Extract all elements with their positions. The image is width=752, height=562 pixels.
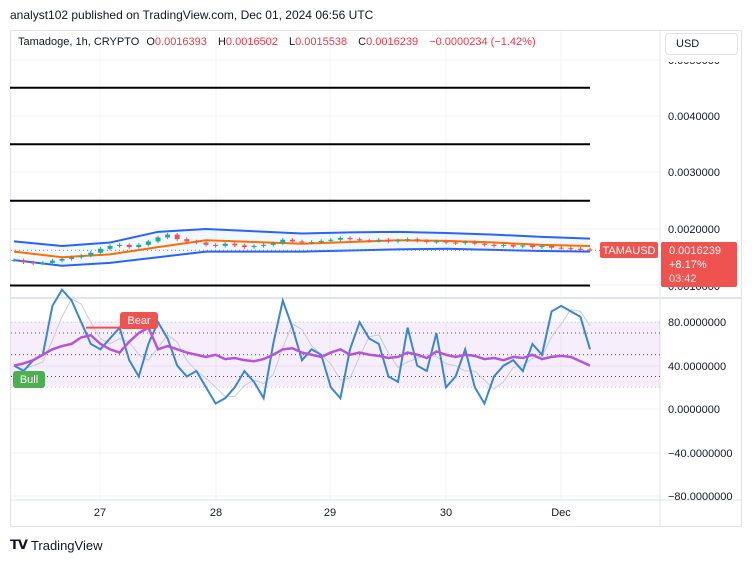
candle-body xyxy=(491,244,497,246)
low-value: 0.0015538 xyxy=(295,36,348,48)
osc-axis-label: 80.0000000 xyxy=(668,317,726,329)
candle-body xyxy=(69,257,75,259)
candle-body xyxy=(577,248,583,250)
bull-signal-label: Bull xyxy=(20,374,38,386)
osc-axis-label: −80.0000000 xyxy=(668,491,733,503)
price-tag-countdown: 03:42 xyxy=(669,273,697,285)
close-label: C xyxy=(358,36,367,48)
candle-body xyxy=(155,237,161,242)
candle-body xyxy=(433,241,439,243)
candle-body xyxy=(88,252,94,256)
candle-body xyxy=(347,238,353,240)
candle-body xyxy=(328,239,334,241)
candle-body xyxy=(136,244,142,248)
candle-body xyxy=(395,240,401,242)
candle-body xyxy=(145,241,151,245)
price-axis-label: 0.0020000 xyxy=(668,224,720,236)
candle-body xyxy=(49,260,55,263)
candle-body xyxy=(558,247,564,249)
open-value: 0.0016393 xyxy=(154,36,207,48)
candle-body xyxy=(21,260,27,263)
price-axis-label: 0.0050000 xyxy=(668,55,720,67)
tv-logo-icon: 𝗧𝗩 xyxy=(10,537,28,552)
candle-body xyxy=(443,241,449,243)
symbol-name: Tamadoge, 1h, CRYPTO xyxy=(18,36,140,48)
candle-body xyxy=(501,244,507,246)
candle-body xyxy=(309,241,315,243)
candle-body xyxy=(251,245,257,248)
price-tag-value: 0.0016239 xyxy=(669,245,721,257)
candle-body xyxy=(59,258,65,261)
osc-axis-label: 40.0000000 xyxy=(668,361,726,373)
candle-body xyxy=(481,243,487,245)
osc-axis-label: −40.0000000 xyxy=(668,448,733,460)
time-axis-label: 30 xyxy=(440,507,452,519)
candle-body xyxy=(241,245,247,248)
symbol-legend: Tamadoge, 1h, CRYPTO O0.0016393 H0.00165… xyxy=(18,36,540,48)
candle-body xyxy=(203,242,209,245)
candle-body xyxy=(222,243,228,246)
price-tag-change: +8.17% xyxy=(669,259,707,271)
candle-body xyxy=(97,248,103,253)
candle-body xyxy=(174,234,180,240)
candle-body xyxy=(11,260,17,262)
candle-body xyxy=(318,240,324,242)
candle-body xyxy=(261,244,267,246)
candle-body xyxy=(539,245,545,248)
candle-body xyxy=(366,240,372,242)
open-label: O xyxy=(146,36,155,48)
chart-canvas[interactable]: 0.0040000 0.0030000 0.0020000 0.0050000 0.00… xyxy=(0,0,752,562)
candle-body xyxy=(453,242,459,244)
candle-body xyxy=(510,244,516,247)
time-axis-label: 27 xyxy=(94,507,106,519)
candle-body xyxy=(232,243,238,246)
candle-body xyxy=(414,239,420,241)
currency-selector[interactable]: USD xyxy=(665,33,738,55)
candle-body xyxy=(165,234,171,238)
candle-body xyxy=(78,255,84,258)
candle-body xyxy=(549,245,555,248)
time-axis-label: 28 xyxy=(210,507,222,519)
high-label: H xyxy=(217,36,226,48)
candle-body xyxy=(107,245,113,249)
close-value: 0.0016239 xyxy=(366,36,419,48)
candle-body xyxy=(424,240,430,242)
candle-body xyxy=(280,239,286,244)
candle-body xyxy=(520,245,526,247)
osc-axis-label: 0.0000000 xyxy=(668,404,720,416)
candle-body xyxy=(337,238,343,240)
time-axis-label: Dec xyxy=(551,507,571,519)
candle-body xyxy=(289,239,295,242)
candle-body xyxy=(184,239,190,242)
candle-body xyxy=(299,241,305,243)
candle-body xyxy=(193,241,199,243)
price-axis-label: 0.0040000 xyxy=(668,111,720,123)
candle-body xyxy=(117,244,123,246)
candle-body xyxy=(472,241,478,244)
candle-body xyxy=(126,244,132,248)
candle-body xyxy=(385,239,391,242)
candle-body xyxy=(529,245,535,248)
change-value: −0.0000234 (−1.42%) xyxy=(429,36,536,48)
bear-signal-label: Bear xyxy=(127,315,151,327)
candle-body xyxy=(357,239,363,241)
candle-body xyxy=(213,244,219,246)
tradingview-logo[interactable]: 𝗧𝗩 TradingView xyxy=(10,537,102,553)
high-value: 0.0016502 xyxy=(225,36,278,48)
candle-body xyxy=(270,243,276,245)
time-axis-label: 29 xyxy=(324,507,336,519)
price-axis-label: 0.0030000 xyxy=(668,167,720,179)
candle-body xyxy=(462,241,468,244)
candle-body xyxy=(568,248,574,250)
candle-body xyxy=(405,239,411,241)
candle-body xyxy=(40,262,46,264)
symbol-tag-label: TAMAUSD xyxy=(603,245,656,257)
brand-label: TradingView xyxy=(30,537,103,553)
candle-body xyxy=(376,239,382,241)
candle-body xyxy=(30,262,36,264)
